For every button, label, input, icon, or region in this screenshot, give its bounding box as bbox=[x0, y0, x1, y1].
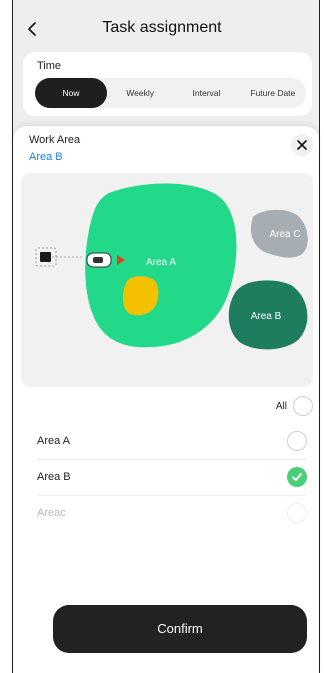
area-item-label: Area B bbox=[37, 471, 71, 483]
select-all-row[interactable]: All bbox=[276, 396, 313, 416]
area-a-radio[interactable] bbox=[287, 431, 307, 451]
time-segmented-control: Now Weekly Interval Future Date bbox=[35, 78, 306, 108]
close-icon bbox=[297, 140, 307, 150]
select-all-label: All bbox=[275, 400, 287, 412]
time-label: Time bbox=[37, 60, 62, 72]
area-map: Area A Area C Area B bbox=[21, 173, 313, 387]
selected-area-text: Area B bbox=[29, 151, 63, 163]
time-option-interval[interactable]: Interval bbox=[173, 78, 239, 108]
area-item-label: Area A bbox=[37, 435, 71, 447]
area-c-radio bbox=[287, 503, 307, 523]
map-canvas: Area A Area C Area B bbox=[35, 183, 308, 350]
page-title: Task assignment bbox=[102, 19, 222, 36]
time-option-future-date[interactable]: Future Date bbox=[240, 78, 306, 108]
checkmark-icon bbox=[292, 473, 302, 481]
work-area-title: Work Area bbox=[29, 134, 81, 146]
time-option-now[interactable]: Now bbox=[35, 78, 107, 108]
area-item-label: Areac bbox=[37, 507, 66, 519]
area-b-label: Area B bbox=[251, 311, 282, 322]
select-all-radio[interactable] bbox=[293, 396, 313, 416]
close-button[interactable] bbox=[291, 134, 313, 156]
area-list-item[interactable]: Area A bbox=[37, 423, 307, 460]
work-area-sheet: Work Area Area B Area A Area C Area B Al… bbox=[13, 126, 319, 673]
confirm-button[interactable]: Confirm bbox=[53, 605, 307, 653]
area-b-radio[interactable] bbox=[287, 467, 307, 487]
area-list-item: Areac bbox=[37, 495, 307, 531]
frame-border-right bbox=[319, 0, 320, 673]
time-option-weekly[interactable]: Weekly bbox=[107, 78, 173, 108]
time-card: Time Now Weekly Interval Future Date bbox=[23, 52, 312, 116]
area-a-label: Area A bbox=[146, 257, 176, 268]
area-list-item[interactable]: Area B bbox=[37, 459, 307, 496]
area-c-label: Area C bbox=[269, 229, 300, 240]
